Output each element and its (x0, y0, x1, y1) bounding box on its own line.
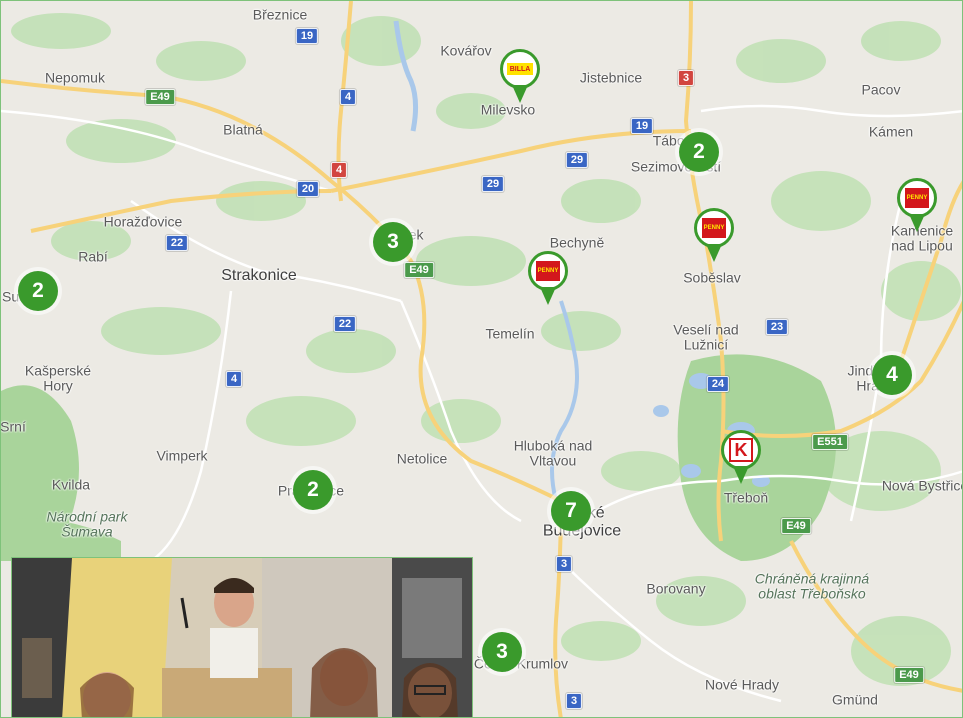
place-label: Gmünd (832, 691, 878, 708)
place-label: Nová Bystřice (881, 477, 963, 494)
pin-head: K (721, 430, 761, 470)
pin-tail (706, 244, 722, 262)
place-label: Strakonice (221, 267, 297, 285)
store-pin-penny-kamenice[interactable]: PENNY (893, 178, 941, 238)
place-label: Březnice (252, 6, 308, 23)
store-pin-billa-milevsko[interactable]: BILLA (496, 49, 544, 109)
pin-head: PENNY (694, 208, 734, 248)
cluster-marker-cesky-krumlov[interactable]: 3 (482, 632, 522, 672)
kaufland-logo-icon: K (729, 438, 753, 462)
pin-tail (540, 287, 556, 305)
cluster-marker-tabor[interactable]: 2 (679, 132, 719, 172)
road-shield: 29 (565, 152, 589, 168)
cluster-marker-jindrichuv-hradec[interactable]: 4 (872, 355, 912, 395)
road-shield: 3 (555, 556, 573, 572)
penny-logo-icon: PENNY (905, 188, 929, 208)
road-shield: 19 (630, 118, 654, 134)
pin-head: PENNY (528, 251, 568, 291)
place-label: Nové Hrady (705, 676, 779, 693)
place-label: Soběslav (683, 269, 741, 286)
cluster-marker-prachatice[interactable]: 2 (293, 470, 333, 510)
place-label: Horažďovice (103, 213, 183, 230)
road-shield: 24 (706, 376, 730, 392)
place-label: Jistebnice (579, 69, 643, 86)
cluster-marker-ceske-budejovice[interactable]: 7 (551, 491, 591, 531)
pin-tail (733, 466, 749, 484)
penny-logo-icon: PENNY (536, 261, 560, 281)
road-shield: E49 (404, 262, 434, 278)
road-shield: 23 (765, 319, 789, 335)
place-label: Rabí (78, 248, 108, 265)
road-shield: 3 (565, 693, 583, 709)
place-label: Bechyně (549, 234, 605, 251)
place-label: Temelín (485, 325, 535, 342)
pin-head: PENNY (897, 178, 937, 218)
place-label: Kašperské Hory (24, 362, 92, 394)
place-label: Borovany (646, 580, 706, 597)
place-label: Chráněná krajinná oblast Třeboňsko (754, 570, 870, 602)
store-pin-kaufland-trebon[interactable]: K (717, 430, 765, 490)
road-shield: E551 (812, 434, 848, 450)
map-view[interactable]: Březnice Kovářov Nepomuk Jistebnice Paco… (0, 0, 963, 718)
team-photo (11, 557, 473, 717)
place-label: Srní (0, 418, 26, 435)
cluster-marker-pisek[interactable]: 3 (373, 222, 413, 262)
place-label: Hluboká nad Vltavou (513, 437, 593, 469)
place-label: Kvilda (51, 476, 91, 493)
place-label: Blatná (223, 121, 263, 138)
road-shield: E49 (145, 89, 175, 105)
road-shield: 22 (165, 235, 189, 251)
place-label: Třeboň (723, 489, 769, 506)
road-shield: 19 (295, 28, 319, 44)
road-shield: E49 (894, 667, 924, 683)
road-shield: 4 (225, 371, 243, 387)
place-label: Vimperk (156, 447, 208, 464)
store-pin-penny-sobeslav[interactable]: PENNY (690, 208, 738, 268)
place-label: Nepomuk (45, 69, 105, 86)
road-shield: 20 (296, 181, 320, 197)
place-label: Netolice (396, 450, 448, 467)
road-shield: E49 (781, 518, 811, 534)
place-label: Veselí nad Lužnicí (673, 321, 739, 353)
place-label: Kovářov (440, 42, 492, 59)
place-label: Národní park Šumava (46, 508, 128, 540)
billa-logo-icon: BILLA (507, 63, 533, 75)
place-label: Kámen (868, 123, 914, 140)
pin-head: BILLA (500, 49, 540, 89)
road-shield: 4 (330, 162, 348, 178)
team-photo-image (12, 558, 472, 717)
cluster-marker-susice[interactable]: 2 (18, 271, 58, 311)
pin-tail (909, 214, 925, 232)
store-pin-penny-bechyne[interactable]: PENNY (524, 251, 572, 311)
pin-tail (512, 85, 528, 103)
place-label: Pacov (861, 81, 901, 98)
road-shield: 3 (677, 70, 695, 86)
road-shield: 22 (333, 316, 357, 332)
road-shield: 29 (481, 176, 505, 192)
penny-logo-icon: PENNY (702, 218, 726, 238)
road-shield: 4 (339, 89, 357, 105)
